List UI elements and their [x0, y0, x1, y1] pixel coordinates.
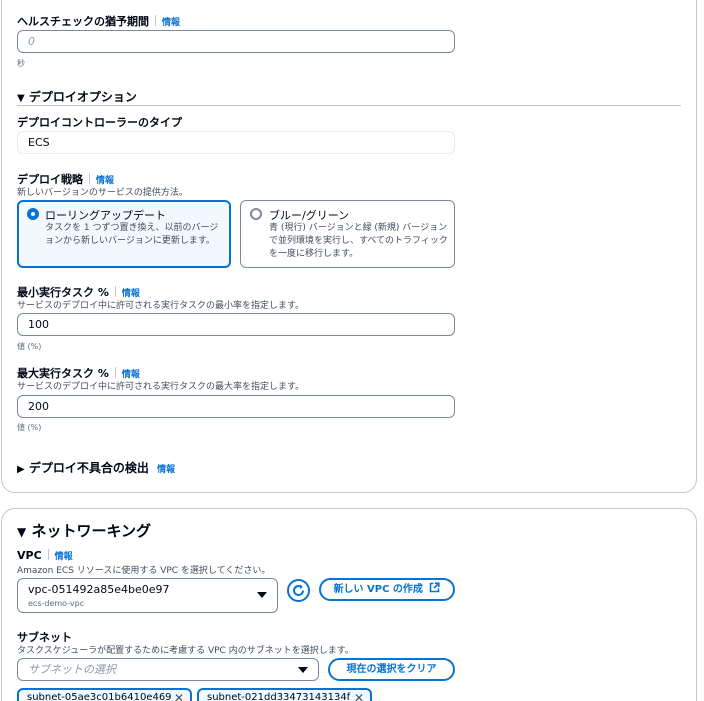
- failure-detection-info-link[interactable]: 情報: [157, 465, 175, 475]
- max-tasks-description: サービスのデプロイ中に許可される実行タスクの最大率を指定します。: [17, 382, 305, 392]
- failure-detection-title: デプロイ不具合の検出: [28, 461, 149, 475]
- chevron-down-icon: [298, 667, 308, 673]
- info-separator: [155, 15, 156, 26]
- failure-detection-toggle[interactable]: ▶ デプロイ不具合の検出 情報: [17, 459, 175, 476]
- subnet-token: subnet-05ae3c01b6410e469 ✕: [17, 688, 192, 701]
- strategy-description: 新しいバージョンのサービスの提供方法。: [17, 188, 188, 198]
- deploy-options-toggle[interactable]: ▼ デプロイオプション: [17, 88, 137, 105]
- subnet-description: タスクスケジューラが配置するために考慮する VPC 内のサブネットを選択します。: [17, 646, 354, 656]
- vpc-select[interactable]: vpc-051492a85e4be0e97 ecs-demo-vpc: [17, 578, 278, 613]
- health-check-info-link[interactable]: 情報: [162, 18, 180, 28]
- info-separator: [114, 286, 116, 297]
- close-icon[interactable]: ✕: [174, 690, 184, 701]
- caret-right-icon: ▶: [17, 464, 25, 475]
- caret-down-icon: ▼: [17, 93, 25, 104]
- info-separator: [89, 173, 90, 184]
- subnet-token-label: subnet-05ae3c01b6410e469: [27, 692, 172, 701]
- health-check-label: ヘルスチェックの猶予期間: [17, 15, 149, 28]
- refresh-button[interactable]: [287, 579, 310, 602]
- controller-type-label: デプロイコントローラーのタイプ: [17, 116, 182, 129]
- refresh-icon: [293, 584, 304, 596]
- bluegreen-radio[interactable]: [250, 208, 262, 220]
- rolling-description: タスクを 1 つずつ置き換え、以前のバージ ョンから新しいバージョンに更新します…: [45, 222, 218, 248]
- subnet-select[interactable]: サブネットの選択: [17, 658, 319, 681]
- rolling-title: ローリングアップデート: [45, 209, 166, 222]
- caret-down-icon: ▼: [17, 525, 27, 539]
- bluegreen-title: ブルー/グリーン: [269, 209, 350, 222]
- subnet-placeholder: サブネットの選択: [28, 663, 116, 676]
- vpc-label: VPC: [17, 549, 42, 562]
- external-link-icon: [430, 582, 441, 593]
- rolling-desc-line: ョンから新しいバージョンに更新します。: [45, 236, 215, 246]
- chevron-down-icon: [257, 592, 267, 598]
- controller-type-value: ECS: [17, 131, 455, 154]
- clear-selection-button[interactable]: 現在の選択をクリア: [328, 658, 455, 681]
- subnet-token-label: subnet-021dd33473143134f: [207, 692, 351, 701]
- min-tasks-description: サービスのデプロイ中に許可される実行タスクの最小率を指定します。: [17, 301, 305, 311]
- close-icon[interactable]: ✕: [354, 690, 364, 701]
- section-divider: [17, 105, 681, 106]
- vpc-description: Amazon ECS リソースに使用する VPC を選択してください。: [17, 566, 271, 576]
- min-tasks-input[interactable]: 100: [17, 313, 455, 336]
- health-check-field-label: ヘルスチェックの猶予期間 情報: [17, 13, 180, 29]
- rolling-radio[interactable]: [27, 208, 39, 220]
- create-vpc-button[interactable]: 新しい VPC の作成: [319, 578, 455, 601]
- rolling-desc-line: タスクを 1 つずつ置き換え、以前のバージ: [45, 223, 219, 233]
- bluegreen-desc-line: で並列環境を実行し、すべてのトラフィック: [269, 236, 448, 246]
- vpc-selected-id: vpc-051492a85e4be0e97: [28, 583, 170, 596]
- max-tasks-hint: 値 (%): [17, 423, 42, 432]
- networking-title: ネットワーキング: [31, 522, 152, 540]
- strategy-tile-bluegreen[interactable]: ブルー/グリーン 青 (現行) バージョンと緑 (新規) バージョン で並列環境…: [240, 200, 455, 268]
- health-check-grace-input[interactable]: 0: [17, 30, 455, 53]
- subnet-token: subnet-021dd33473143134f ✕: [197, 688, 372, 701]
- vpc-selected-name: ecs-demo-vpc: [28, 599, 85, 608]
- bluegreen-desc-line: 青 (現行) バージョンと緑 (新規) バージョン: [269, 223, 448, 233]
- info-separator: [47, 549, 49, 560]
- vpc-info-link[interactable]: 情報: [55, 552, 73, 562]
- min-tasks-hint: 値 (%): [17, 342, 42, 351]
- vpc-field-label: VPC 情報: [17, 549, 73, 562]
- strategy-tile-rolling[interactable]: ローリングアップデート タスクを 1 つずつ置き換え、以前のバージ ョンから新し…: [17, 200, 231, 268]
- health-check-unit: 秒: [17, 59, 25, 68]
- deploy-options-title: デプロイオプション: [28, 90, 137, 104]
- bluegreen-desc-line: を一度に移行します。: [269, 249, 359, 259]
- bluegreen-description: 青 (現行) バージョンと緑 (新規) バージョン で並列環境を実行し、すべての…: [269, 222, 448, 261]
- max-tasks-input[interactable]: 200: [17, 395, 455, 418]
- info-separator: [114, 367, 116, 378]
- networking-toggle[interactable]: ▼ ネットワーキング: [17, 520, 151, 541]
- create-vpc-label: 新しい VPC の作成: [333, 584, 423, 595]
